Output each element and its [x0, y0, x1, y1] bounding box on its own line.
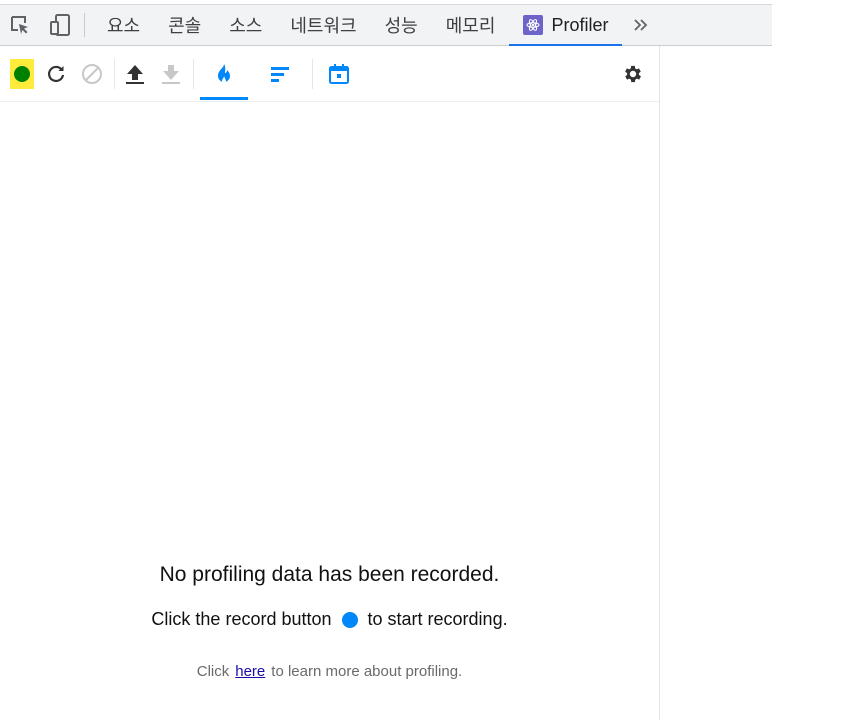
record-icon — [14, 65, 30, 82]
device-toolbar-icon[interactable] — [40, 5, 80, 45]
learn-suffix: to learn more about profiling. — [271, 663, 463, 680]
learn-more-line: Click here to learn more about profiling. — [0, 663, 659, 680]
load-profile-button[interactable] — [121, 59, 149, 89]
learn-more-link[interactable]: here — [235, 663, 265, 680]
instruction-text-before: Click the record button — [151, 609, 332, 629]
reload-and-profile-button[interactable] — [42, 59, 70, 89]
instruction-text-after: to start recording. — [367, 609, 508, 629]
tab-memory[interactable]: 메모리 — [432, 5, 510, 45]
tab-console[interactable]: 콘솔 — [154, 5, 215, 45]
download-icon — [162, 64, 180, 84]
inspect-element-icon[interactable] — [0, 5, 40, 45]
toolbar-divider — [114, 58, 115, 89]
ranked-chart-tab[interactable] — [256, 46, 304, 101]
tab-network[interactable]: 네트워크 — [276, 5, 370, 45]
flamegraph-icon — [218, 63, 230, 83]
record-button[interactable] — [10, 58, 34, 89]
tab-sources[interactable]: 소스 — [215, 5, 276, 45]
tab-profiler[interactable]: Profiler — [509, 5, 623, 46]
toolbar-divider — [312, 58, 313, 89]
react-logo-icon — [523, 15, 544, 35]
clear-icon — [82, 63, 102, 84]
upload-icon — [126, 64, 144, 84]
clear-profiling-button[interactable] — [78, 59, 106, 89]
tab-elements[interactable]: 요소 — [93, 5, 154, 45]
more-tabs-chevron-icon[interactable] — [622, 5, 660, 45]
save-profile-button[interactable] — [157, 59, 185, 89]
empty-state-headline: No profiling data has been recorded. — [159, 563, 500, 586]
tab-profiler-label: Profiler — [551, 14, 609, 35]
timeline-icon — [329, 63, 349, 84]
gear-icon — [625, 65, 641, 83]
profiler-panel: No profiling data has been recorded. Cli… — [0, 46, 660, 720]
toolbar-divider — [193, 58, 194, 89]
devtools-tab-bar: 요소 콘솔 소스 네트워크 성능 메모리 Profiler — [0, 4, 772, 46]
flamegraph-tab[interactable] — [200, 46, 248, 101]
ranked-icon — [271, 66, 289, 82]
timeline-tab[interactable] — [319, 46, 359, 101]
toolbar-divider — [84, 13, 85, 37]
empty-state-instruction: Click the record button to start recordi… — [0, 609, 659, 630]
record-dot-icon — [341, 611, 358, 628]
learn-prefix: Click — [196, 663, 230, 680]
profiler-toolbar — [0, 46, 659, 102]
reload-icon — [47, 65, 65, 82]
tab-performance[interactable]: 성능 — [371, 5, 432, 45]
settings-button[interactable] — [619, 60, 647, 88]
